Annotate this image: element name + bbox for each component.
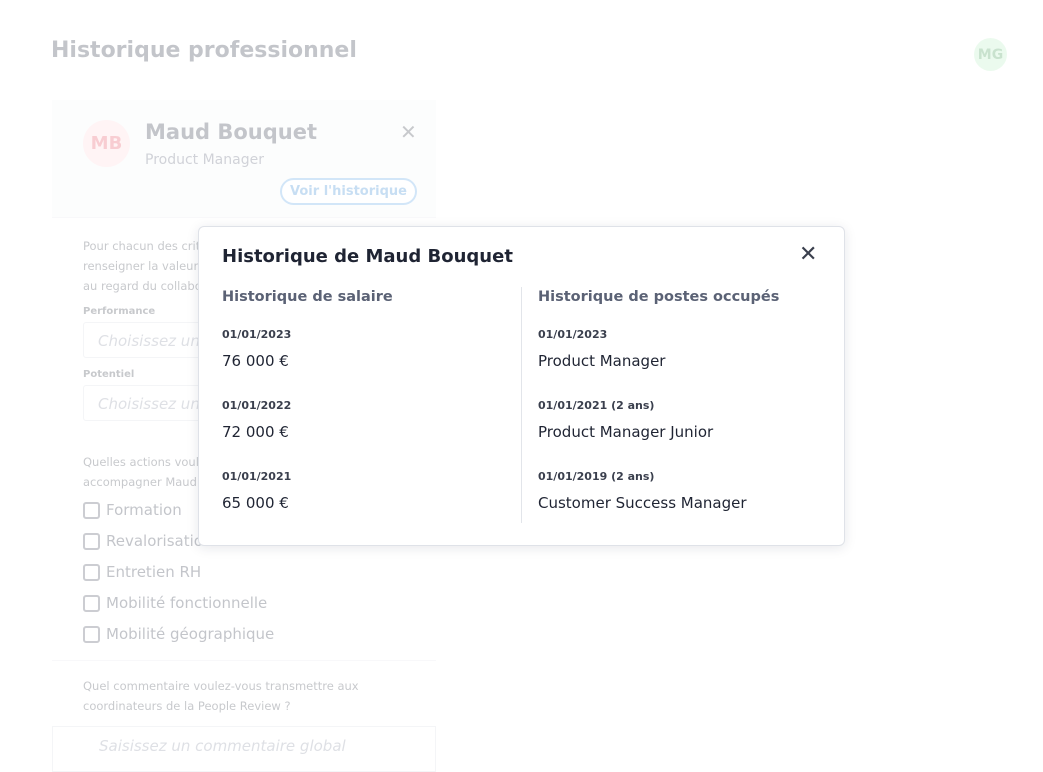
action-checkbox-formation[interactable]: Formation xyxy=(83,501,182,519)
position-date: 01/01/2021 (2 ans) xyxy=(538,399,655,412)
comment-input[interactable]: Saisissez un commentaire global xyxy=(52,726,436,772)
employee-role: Product Manager xyxy=(145,152,264,168)
position-date: 01/01/2023 xyxy=(538,328,608,341)
checkbox[interactable] xyxy=(83,625,100,643)
salary-date: 01/01/2022 xyxy=(222,399,292,412)
column-divider xyxy=(521,287,522,523)
view-history-button[interactable]: Voir l'historique xyxy=(280,178,417,205)
potential-label: Potentiel xyxy=(83,369,135,380)
performance-label: Performance xyxy=(83,306,156,317)
position-title: Product Manager xyxy=(538,352,666,370)
checkbox-label: Mobilité géographique xyxy=(106,625,275,643)
checkbox-label: Formation xyxy=(106,501,182,519)
action-checkbox-mobilite-geographique[interactable]: Mobilité géographique xyxy=(83,625,274,643)
user-avatar[interactable]: MG xyxy=(974,38,1007,71)
page-title: Historique professionnel xyxy=(51,38,357,63)
checkbox-label: Mobilité fonctionnelle xyxy=(106,594,268,612)
positions-history-title: Historique de postes occupés xyxy=(538,289,780,305)
checkbox[interactable] xyxy=(83,594,100,612)
divider xyxy=(52,660,436,661)
close-icon[interactable]: ✕ xyxy=(799,242,817,267)
position-date: 01/01/2019 (2 ans) xyxy=(538,470,655,483)
history-modal: Historique de Maud Bouquet ✕ Historique … xyxy=(198,226,845,546)
salary-value: 65 000 € xyxy=(222,494,289,512)
salary-date: 01/01/2023 xyxy=(222,328,292,341)
checkbox[interactable] xyxy=(83,501,100,519)
position-title: Customer Success Manager xyxy=(538,494,747,512)
modal-title: Historique de Maud Bouquet xyxy=(222,246,513,267)
position-title: Product Manager Junior xyxy=(538,423,714,441)
employee-card: MB Maud Bouquet Product Manager ✕ Voir l… xyxy=(52,100,436,218)
action-checkbox-entretien[interactable]: Entretien RH xyxy=(83,563,201,581)
salary-value: 76 000 € xyxy=(222,352,289,370)
salary-value: 72 000 € xyxy=(222,423,289,441)
salary-date: 01/01/2021 xyxy=(222,470,292,483)
salary-history-title: Historique de salaire xyxy=(222,289,393,305)
close-icon[interactable]: ✕ xyxy=(400,120,417,144)
checkbox[interactable] xyxy=(83,563,100,581)
employee-name: Maud Bouquet xyxy=(145,120,318,144)
checkbox[interactable] xyxy=(83,532,100,550)
checkbox-label: Entretien RH xyxy=(106,563,202,581)
action-checkbox-mobilite-fonctionnelle[interactable]: Mobilité fonctionnelle xyxy=(83,594,267,612)
employee-avatar: MB xyxy=(83,120,130,167)
comment-question: Quel commentaire voulez-vous transmettre… xyxy=(83,679,359,713)
